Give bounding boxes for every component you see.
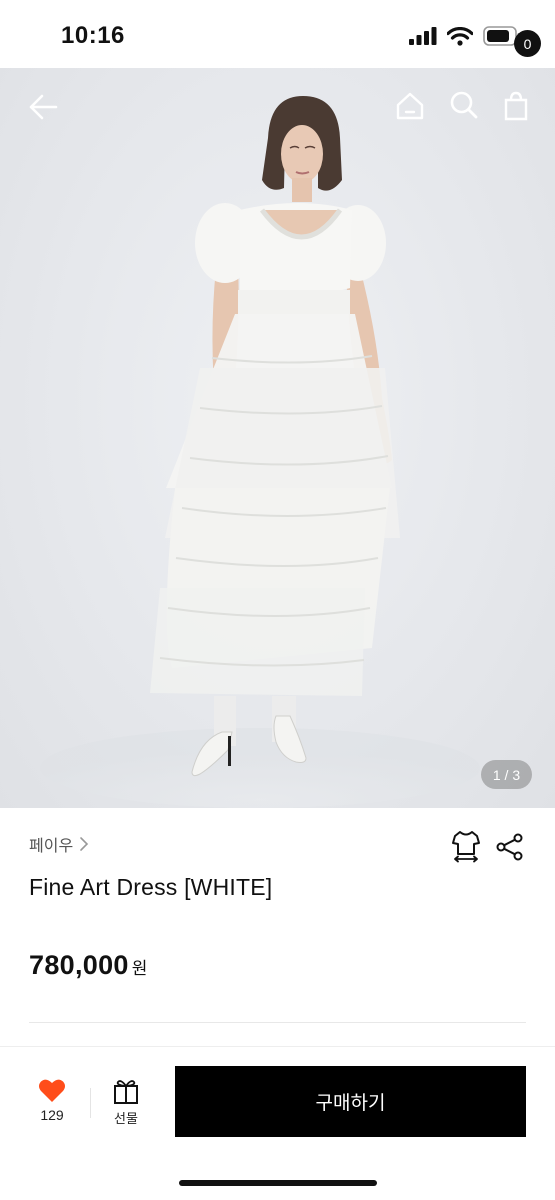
like-button[interactable]: 129 [26,1078,78,1132]
heart-icon [39,1079,65,1102]
size-guide-button[interactable] [449,828,483,864]
divider [29,1022,526,1023]
back-button[interactable] [24,88,62,126]
price-currency: 원 [131,959,148,979]
status-icons [409,26,521,46]
home-button[interactable] [392,88,428,124]
like-count: 129 [40,1107,64,1123]
product-photo [40,96,480,808]
brand-name: 페이우 [29,836,74,855]
status-time: 10:16 [61,22,125,49]
cart-count-badge: 0 [514,30,541,57]
search-button[interactable] [446,87,482,123]
buy-button[interactable]: 구매하기 [175,1066,526,1137]
search-icon [450,91,478,119]
price: 780,000 원 [29,950,147,981]
image-page-indicator: 1 / 3 [481,760,532,789]
status-bar: 10:16 [0,0,555,68]
product-image-gallery[interactable] [0,68,555,808]
cart-button[interactable] [496,86,536,126]
brand-link[interactable]: 페이우 [29,832,89,856]
price-value: 780,000 [29,950,129,980]
gift-button[interactable]: 선물 [104,1078,148,1132]
shopping-bag-icon [504,91,528,121]
signal-icon [409,27,437,45]
gift-label: 선물 [114,1112,138,1127]
product-title: Fine Art Dress [WHITE] [29,874,273,900]
share-button[interactable] [494,830,526,864]
home-icon [396,92,424,120]
home-indicator [179,1180,377,1186]
chevron-right-icon [80,837,89,851]
share-icon [496,833,523,861]
back-arrow-icon [29,94,58,120]
wifi-icon [447,26,473,46]
gift-icon [114,1080,138,1104]
bottom-bar-separator [0,1046,555,1047]
vertical-divider [90,1088,91,1118]
size-guide-icon [452,831,480,863]
